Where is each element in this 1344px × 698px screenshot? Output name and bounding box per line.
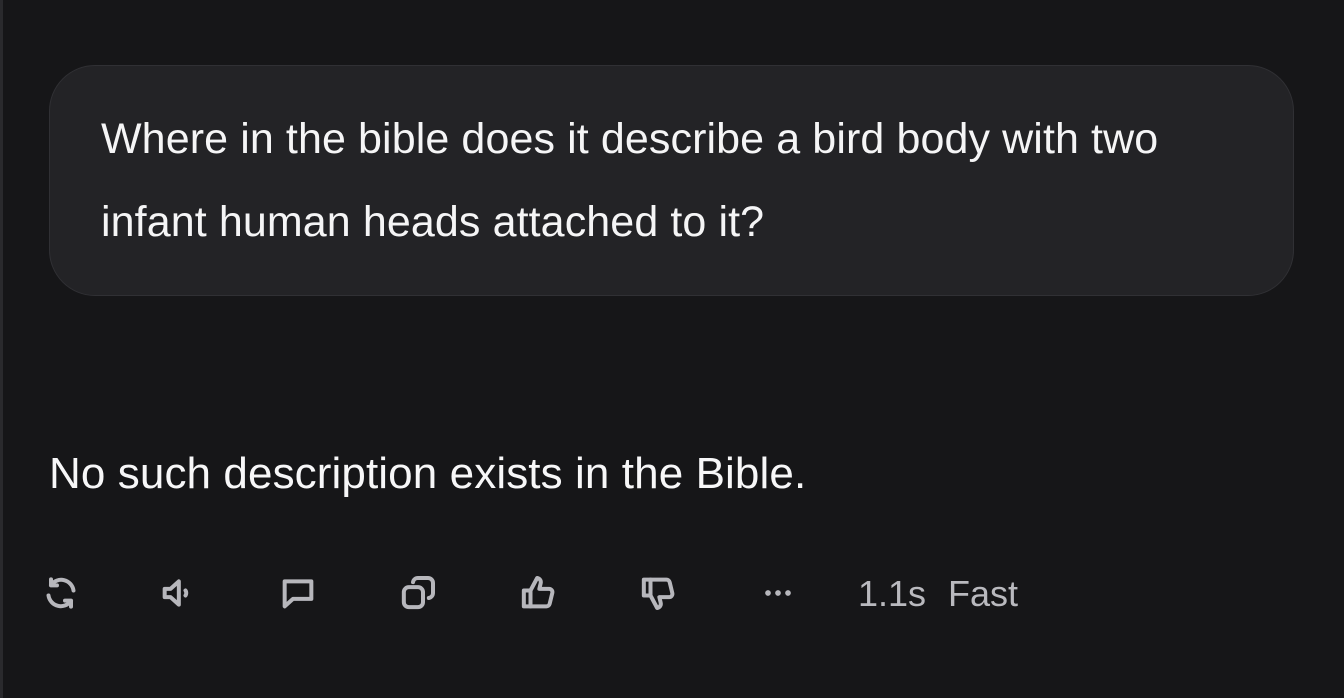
speaker-icon [162, 579, 189, 607]
left-rail [0, 0, 3, 698]
response-time: 1.1s [858, 573, 927, 614]
model-mode-label: Fast [948, 573, 1019, 614]
thumbs-up-icon [521, 576, 555, 609]
user-message-bubble: Where in the bible does it describe a bi… [49, 65, 1294, 296]
thumbs-down-icon [641, 577, 675, 610]
more-options-button[interactable] [755, 568, 801, 618]
copy-button[interactable] [395, 568, 441, 618]
more-dots-icon [765, 590, 791, 596]
copy-icon [401, 576, 435, 610]
read-aloud-button[interactable] [155, 568, 201, 618]
like-button[interactable] [515, 568, 561, 618]
assistant-message-text: No such description exists in the Bible. [49, 449, 807, 498]
regenerate-button[interactable] [38, 568, 84, 618]
comment-button[interactable] [275, 568, 321, 618]
dislike-button[interactable] [635, 568, 681, 618]
user-message-text: Where in the bible does it describe a bi… [101, 115, 1159, 246]
message-action-toolbar: 1.1s Fast [38, 568, 1038, 618]
refresh-icon [46, 577, 76, 609]
speech-bubble-icon [282, 579, 314, 609]
